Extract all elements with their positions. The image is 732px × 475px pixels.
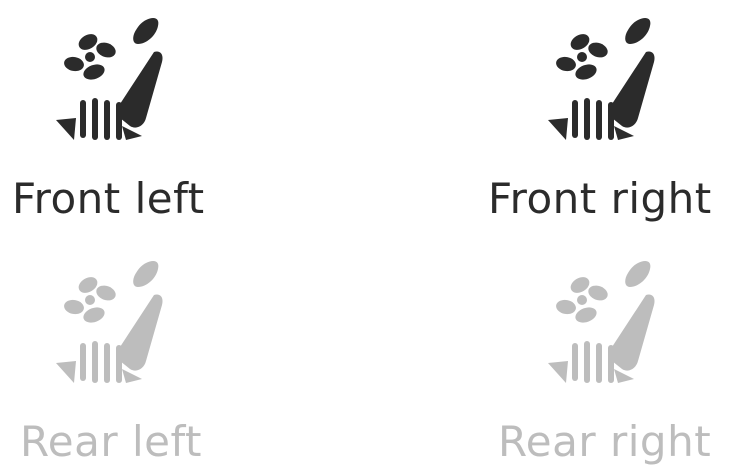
seat-rear-right-button[interactable]: Rear right [472, 255, 732, 475]
seat-heater-icon [542, 12, 672, 162]
seat-front-right-button[interactable]: Front right [472, 12, 732, 232]
seat-heater-icon [50, 12, 180, 162]
seat-rear-left-label: Rear left [20, 417, 203, 466]
seat-rear-right-label: Rear right [498, 417, 712, 466]
seat-front-left-button[interactable]: Front left [0, 12, 260, 232]
seat-front-right-label: Front right [488, 174, 712, 223]
seat-heater-icon [50, 255, 180, 405]
seat-front-left-label: Front left [12, 174, 205, 223]
seat-heater-icon [542, 255, 672, 405]
seat-rear-left-button[interactable]: Rear left [0, 255, 260, 475]
